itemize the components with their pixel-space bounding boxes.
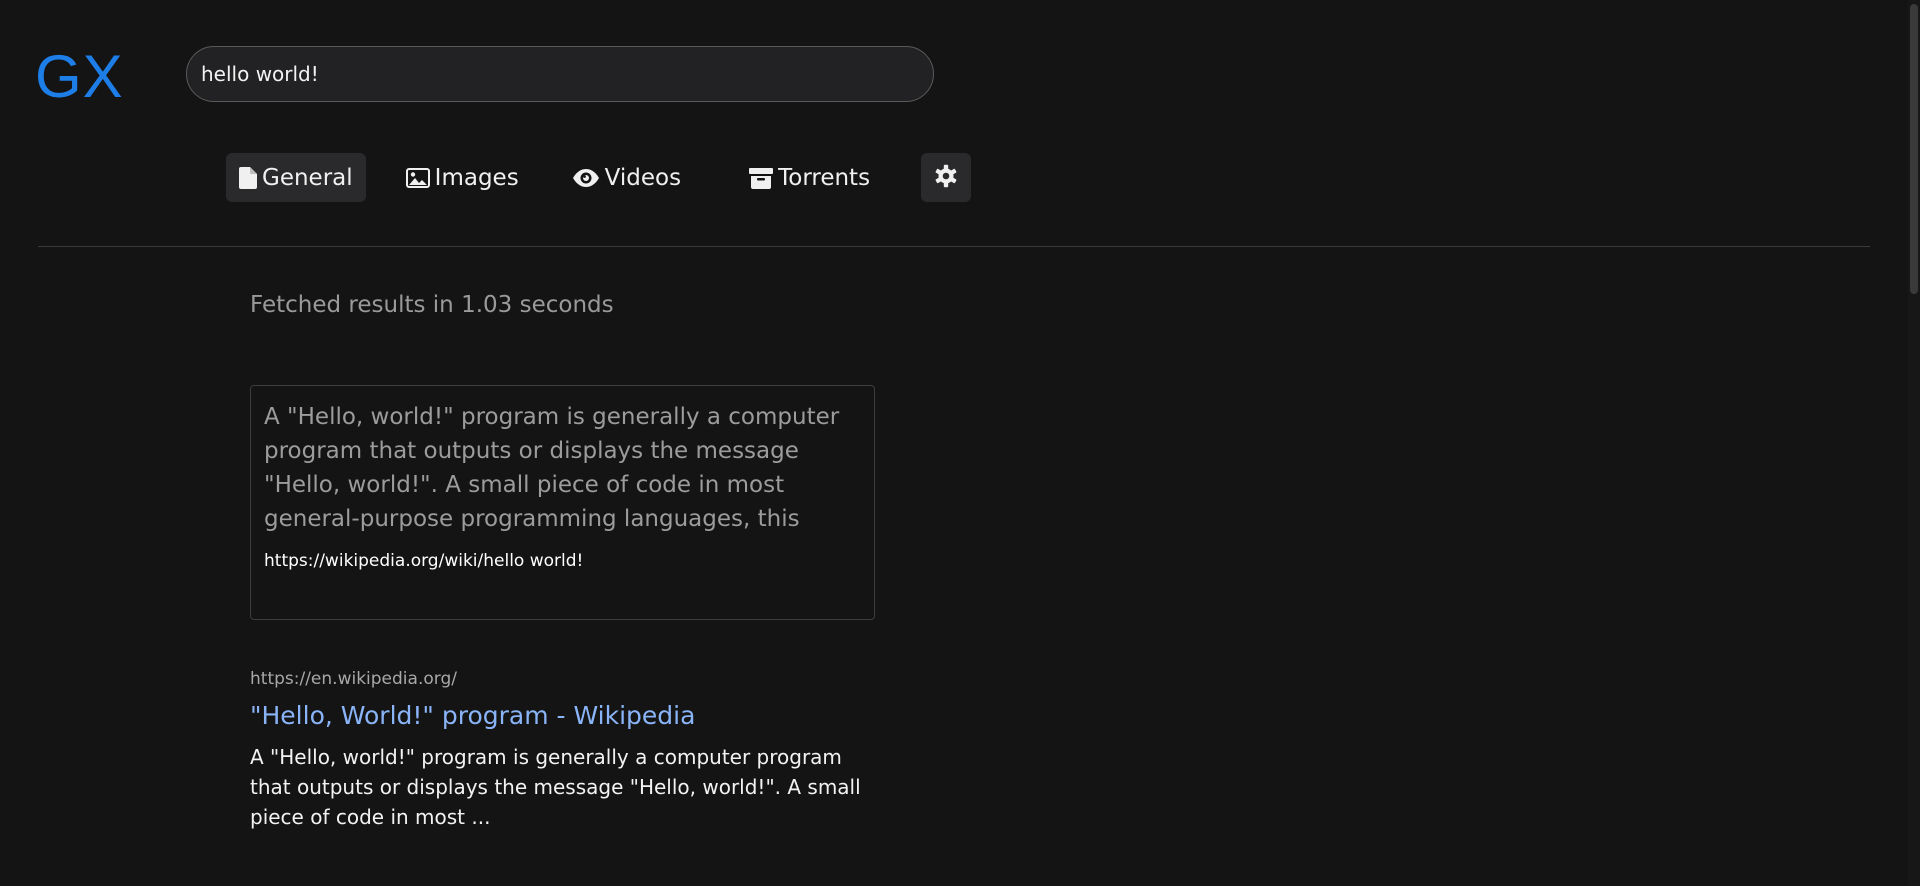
result-title-link[interactable]: "Hello, World!" program - Wikipedia	[250, 700, 870, 732]
search-input[interactable]	[186, 46, 934, 102]
page-scrollbar[interactable]	[1908, 0, 1920, 886]
tab-label: General	[262, 164, 353, 191]
tab-images[interactable]: Images	[393, 153, 532, 202]
gear-icon	[934, 164, 958, 192]
file-icon	[239, 166, 257, 189]
eye-icon	[572, 168, 600, 188]
knowledge-panel-link[interactable]: https://wikipedia.org/wiki/hello world!	[264, 551, 861, 571]
scrollbar-thumb[interactable]	[1910, 4, 1918, 294]
archive-icon	[749, 167, 774, 189]
knowledge-panel-text: A "Hello, world!" program is generally a…	[264, 404, 840, 532]
logo[interactable]: GX	[35, 42, 124, 112]
tab-label: Videos	[604, 164, 682, 191]
result-url: https://en.wikipedia.org/	[250, 669, 457, 689]
header-divider	[38, 246, 1870, 247]
category-tabs: General Images Videos Torrents	[226, 153, 972, 202]
settings-button[interactable]	[921, 153, 972, 202]
result-snippet: A "Hello, world!" program is generally a…	[250, 745, 861, 829]
knowledge-panel: A "Hello, world!" program is generally a…	[250, 385, 875, 620]
fetch-time-info: Fetched results in 1.03 seconds	[250, 292, 614, 318]
tab-general[interactable]: General	[226, 153, 366, 202]
search-result: https://en.wikipedia.org/ "Hello, World!…	[250, 667, 870, 832]
tab-label: Torrents	[778, 164, 871, 191]
tab-label: Images	[434, 164, 519, 191]
search-results-page: GX General Images	[0, 0, 1920, 886]
image-icon	[405, 167, 430, 188]
tab-videos[interactable]: Videos	[559, 153, 694, 202]
tab-torrents[interactable]: Torrents	[736, 153, 883, 202]
